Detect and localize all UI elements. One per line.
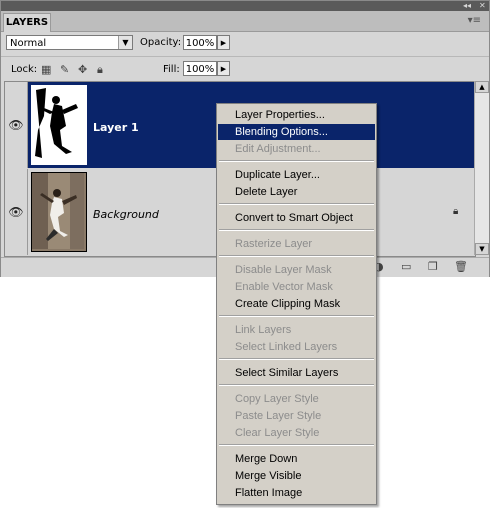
folder-icon[interactable]: ▭ (401, 260, 411, 273)
chevron-down-icon[interactable]: ▼ (118, 36, 132, 49)
menu-separator (219, 160, 374, 162)
menu-separator (219, 358, 374, 360)
lock-transparent-icon[interactable]: ▦ (41, 63, 51, 76)
close-icon[interactable]: ✕ (479, 1, 486, 11)
menu-item-link-layers[interactable]: Link Layers (218, 322, 375, 338)
tab-row: LAYERS ▾≡ (1, 11, 489, 32)
lock-all-icon[interactable]: 🔒︎ (97, 63, 103, 77)
menu-item-clear-layer-style[interactable]: Clear Layer Style (218, 425, 375, 441)
lock-position-icon[interactable]: ✥ (78, 63, 87, 76)
tab-layers[interactable]: LAYERS (3, 13, 51, 32)
visibility-eye-icon[interactable]: 👁︎ (5, 169, 28, 255)
menu-item-edit-adjustment[interactable]: Edit Adjustment... (218, 141, 375, 157)
blend-row: Normal ▼ Opacity: 100% ▶ (1, 32, 489, 56)
opacity-input[interactable]: 100% (183, 35, 217, 50)
menu-item-paste-layer-style[interactable]: Paste Layer Style (218, 408, 375, 424)
menu-item-merge-down[interactable]: Merge Down (218, 451, 375, 467)
collapse-icon[interactable]: ◂◂ (463, 1, 471, 11)
menu-separator (219, 203, 374, 205)
fill-label: Fill: (163, 64, 180, 75)
menu-item-rasterize-layer[interactable]: Rasterize Layer (218, 236, 375, 252)
menu-item-blending-options[interactable]: Blending Options... (218, 124, 375, 140)
blend-mode-value: Normal (10, 38, 47, 49)
visibility-eye-icon[interactable]: 👁︎ (5, 82, 28, 168)
layer-thumbnail (31, 85, 87, 165)
fill-slider-button[interactable]: ▶ (217, 61, 230, 76)
menu-separator (219, 255, 374, 257)
opacity-label: Opacity: (140, 37, 182, 48)
scroll-up-icon[interactable]: ▲ (475, 81, 489, 93)
menu-item-duplicate-layer[interactable]: Duplicate Layer... (218, 167, 375, 183)
fill-input[interactable]: 100% (183, 61, 217, 76)
menu-item-select-similar-layers[interactable]: Select Similar Layers (218, 365, 375, 381)
menu-item-flatten-image[interactable]: Flatten Image (218, 485, 375, 501)
menu-item-enable-vector-mask[interactable]: Enable Vector Mask (218, 279, 375, 295)
opacity-slider-button[interactable]: ▶ (217, 35, 230, 50)
menu-item-layer-properties[interactable]: Layer Properties... (218, 107, 375, 123)
menu-separator (219, 315, 374, 317)
lock-icon: 🔒︎ (453, 206, 459, 217)
panel-menu-icon[interactable]: ▾≡ (468, 15, 481, 26)
scroll-down-icon[interactable]: ▼ (475, 243, 489, 255)
menu-separator (219, 229, 374, 231)
divider (1, 56, 489, 57)
trash-icon[interactable]: 🗑︎ (454, 260, 468, 273)
blend-mode-select[interactable]: Normal ▼ (6, 35, 133, 50)
menu-separator (219, 444, 374, 446)
layers-scrollbar[interactable]: ▲ ▼ (474, 81, 489, 255)
menu-item-delete-layer[interactable]: Delete Layer (218, 184, 375, 200)
lock-label: Lock: (11, 64, 38, 75)
new-layer-icon[interactable]: ❐ (428, 260, 438, 273)
menu-item-select-linked-layers[interactable]: Select Linked Layers (218, 339, 375, 355)
layer-name[interactable]: Background (93, 208, 159, 221)
lock-image-icon[interactable]: ✎ (60, 63, 69, 76)
menu-item-disable-layer-mask[interactable]: Disable Layer Mask (218, 262, 375, 278)
menu-item-create-clipping-mask[interactable]: Create Clipping Mask (218, 296, 375, 312)
context-menu: Layer Properties... Blending Options... … (216, 103, 377, 505)
menu-item-copy-layer-style[interactable]: Copy Layer Style (218, 391, 375, 407)
layer-thumbnail (31, 172, 87, 252)
menu-item-convert-smart-object[interactable]: Convert to Smart Object (218, 210, 375, 226)
menu-separator (219, 384, 374, 386)
panel-titlebar: ◂◂ ✕ (1, 1, 489, 11)
layer-name[interactable]: Layer 1 (93, 121, 139, 134)
menu-item-merge-visible[interactable]: Merge Visible (218, 468, 375, 484)
